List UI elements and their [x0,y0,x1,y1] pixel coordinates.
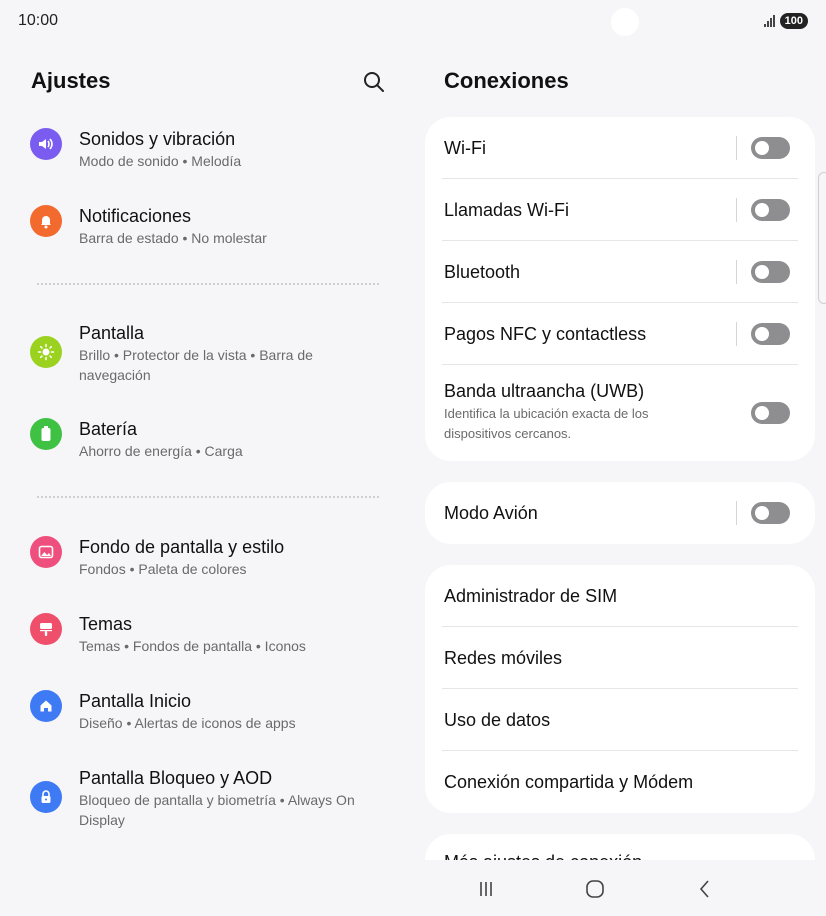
row-sim-manager[interactable]: Administrador de SIM [425,565,815,627]
row-label: Más ajustes de conexión [444,852,642,860]
row-label: Redes móviles [444,647,563,668]
camera-cutout [611,8,639,36]
signal-icon [763,15,775,27]
recents-icon [480,882,492,896]
settings-item-lock-screen[interactable]: Pantalla Bloqueo y AOD Bloqueo de pantal… [20,767,390,830]
row-divider [736,260,737,284]
row-label: Administrador de SIM [444,585,618,606]
airplane-mode-toggle[interactable] [751,502,790,524]
settings-item-home-screen[interactable]: Pantalla Inicio Diseño • Alertas de icon… [20,690,390,733]
row-mobile-networks[interactable]: Redes móviles [425,627,815,689]
section-title: Conexiones [444,68,569,93]
row-label: Modo Avión [444,502,538,523]
settings-item-title: Pantalla Bloqueo y AOD [79,768,273,788]
home-icon [30,690,62,722]
row-label: Conexión compartida y Módem [444,771,694,792]
row-hotspot-tethering[interactable]: Conexión compartida y Módem [425,751,815,813]
recents-button[interactable] [471,876,501,902]
row-label: Llamadas Wi-Fi [444,199,570,220]
page-title: Ajustes [31,68,111,93]
panel-resize-handle[interactable] [818,172,826,304]
settings-item-battery[interactable]: Batería Ahorro de energía • Carga [20,418,390,461]
settings-item-subtitle: Barra de estado • No molestar [79,230,267,246]
settings-item-title: Pantalla [79,323,145,343]
row-nfc[interactable]: Pagos NFC y contactless [425,303,815,365]
row-bluetooth[interactable]: Bluetooth [425,241,815,303]
settings-item-subtitle: Diseño • Alertas de iconos de apps [79,715,296,731]
row-label: Pagos NFC y contactless [444,323,647,344]
section-divider [37,283,379,285]
settings-item-wallpaper[interactable]: Fondo de pantalla y estilo Fondos • Pale… [20,536,390,579]
lock-icon [30,781,62,813]
search-icon [364,72,384,92]
row-more-connection-settings[interactable]: Más ajustes de conexión [425,834,815,860]
back-button[interactable] [690,876,720,902]
bell-icon [30,205,62,237]
wifi-toggle[interactable] [751,137,790,159]
row-label: Banda ultraancha (UWB) [444,381,645,401]
status-time: 10:00 [18,12,59,29]
uwb-toggle[interactable] [751,402,790,424]
nfc-toggle[interactable] [751,323,790,345]
settings-item-subtitle: Fondos • Paleta de colores [79,561,247,577]
search-button[interactable] [360,68,388,96]
bluetooth-toggle[interactable] [751,261,790,283]
navigation-bar [0,862,826,916]
row-divider [736,322,737,346]
settings-item-themes[interactable]: Temas Temas • Fondos de pantalla • Icono… [20,613,390,656]
connections-card-main: Wi-Fi Llamadas Wi-Fi Bluetooth Pagos NFC… [425,117,815,461]
row-label: Bluetooth [444,261,521,282]
battery-icon [30,418,62,450]
paint-brush-icon [30,613,62,645]
wifi-calling-toggle[interactable] [751,199,790,221]
settings-item-display[interactable]: Pantalla Brillo • Protector de la vista … [20,322,390,385]
row-subtitle: Identifica la ubicación exacta de los di… [444,406,649,441]
row-label: Wi-Fi [444,137,486,158]
settings-item-title: Batería [79,419,138,439]
settings-item-title: Pantalla Inicio [79,691,192,711]
wallpaper-icon [30,536,62,568]
settings-item-notifications[interactable]: Notificaciones Barra de estado • No mole… [20,205,390,248]
settings-item-subtitle: Modo de sonido • Melodía [79,153,242,169]
back-icon [699,880,709,898]
home-nav-icon [586,880,604,898]
row-divider [736,198,737,222]
connections-card-airplane: Modo Avión [425,482,815,544]
connections-card-network: Administrador de SIM Redes móviles Uso d… [425,565,815,813]
row-divider [736,501,737,525]
section-divider [37,496,379,498]
status-icons: 100 [763,13,808,29]
row-label: Uso de datos [444,709,551,730]
row-wifi[interactable]: Wi-Fi [425,117,815,179]
settings-item-subtitle: Temas • Fondos de pantalla • Iconos [79,638,306,654]
settings-item-title: Sonidos y vibración [79,129,236,149]
row-airplane-mode[interactable]: Modo Avión [425,482,815,544]
row-uwb[interactable]: Banda ultraancha (UWB) Identifica la ubi… [425,365,815,461]
row-data-usage[interactable]: Uso de datos [425,689,815,751]
settings-item-title: Fondo de pantalla y estilo [79,537,285,557]
settings-item-subtitle: Ahorro de energía • Carga [79,443,243,459]
settings-item-subtitle: Brillo • Protector de la vista • Barra d… [79,347,313,383]
home-button[interactable] [580,876,610,902]
volume-icon [30,128,62,160]
settings-item-title: Notificaciones [79,206,192,226]
row-wifi-calling[interactable]: Llamadas Wi-Fi [425,179,815,241]
battery-indicator: 100 [779,13,808,29]
row-divider [736,136,737,160]
settings-item-title: Temas [79,614,133,634]
settings-item-sounds[interactable]: Sonidos y vibración Modo de sonido • Mel… [20,128,390,171]
brightness-icon [30,336,62,368]
settings-item-subtitle: Bloqueo de pantalla y biometría • Always… [79,792,355,828]
